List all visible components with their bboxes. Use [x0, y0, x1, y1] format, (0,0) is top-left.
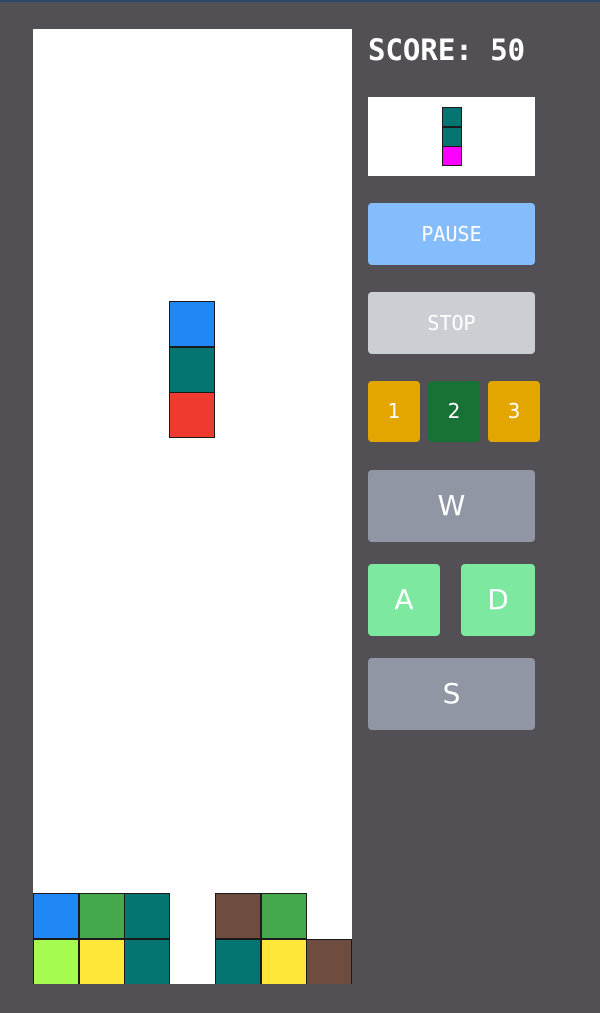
settled-block: [124, 893, 170, 939]
settled-block: [306, 939, 352, 984]
preview-block: [442, 107, 462, 127]
rotate-up-button[interactable]: W: [368, 470, 535, 542]
move-left-button[interactable]: A: [368, 564, 440, 636]
drop-down-button[interactable]: S: [368, 658, 535, 730]
settled-block: [215, 939, 261, 984]
preview-block: [442, 146, 462, 166]
next-piece-preview: [368, 97, 535, 176]
settled-block: [79, 893, 125, 939]
level-1-button[interactable]: 1: [368, 381, 420, 442]
game-board: [33, 29, 352, 984]
move-right-button[interactable]: D: [461, 564, 535, 636]
preview-block: [442, 126, 462, 147]
settled-block: [261, 893, 307, 939]
stop-button[interactable]: STOP: [368, 292, 535, 354]
settled-block: [215, 893, 261, 939]
settled-block: [79, 939, 125, 984]
settled-block: [261, 939, 307, 984]
level-3-button[interactable]: 3: [488, 381, 540, 442]
pause-button[interactable]: PAUSE: [368, 203, 535, 265]
falling-block: [169, 392, 215, 438]
level-2-button[interactable]: 2: [428, 381, 480, 442]
score-display: SCORE: 50: [368, 33, 526, 67]
falling-block: [169, 301, 215, 347]
falling-block: [169, 346, 215, 393]
settled-block: [33, 893, 79, 939]
settled-block: [124, 939, 170, 984]
settled-block: [33, 939, 79, 984]
window-top-border: [0, 0, 600, 2]
